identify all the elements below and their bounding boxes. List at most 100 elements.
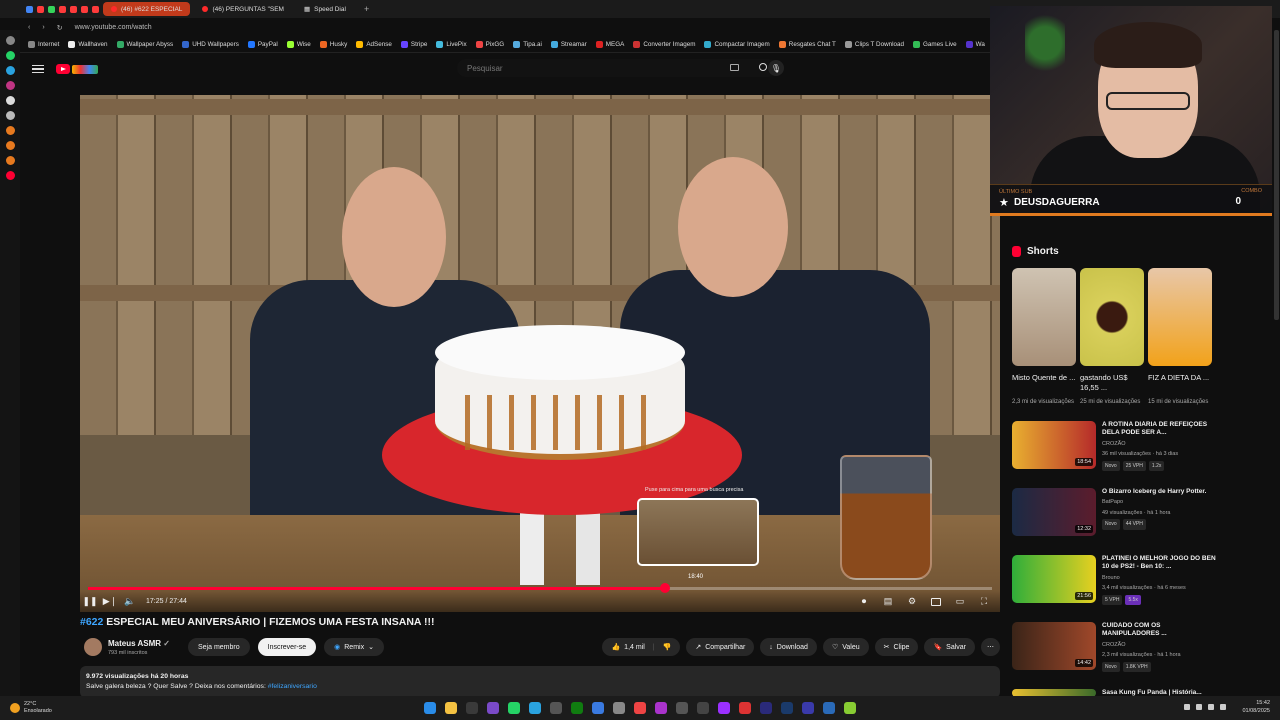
- clip-button[interactable]: ✂ Clipe: [874, 638, 919, 656]
- pinned-tab-icon[interactable]: [81, 5, 88, 13]
- discord-icon[interactable]: [487, 702, 499, 714]
- tiktok-icon[interactable]: [5, 96, 15, 105]
- app-icon[interactable]: [592, 702, 604, 714]
- video-hashtag[interactable]: #622: [80, 616, 103, 628]
- video-thumbnail[interactable]: 12:32: [1012, 487, 1096, 536]
- bookmark-item[interactable]: Wa: [965, 41, 985, 48]
- video-player[interactable]: Puxe para cima para uma busca precisa 18…: [80, 95, 1000, 612]
- video-thumbnail[interactable]: 14:42: [1012, 621, 1096, 670]
- channel-avatar[interactable]: [84, 638, 102, 656]
- bookmark-item[interactable]: Wise: [286, 41, 311, 48]
- page-scrollbar[interactable]: [1274, 30, 1279, 320]
- history-icon[interactable]: [5, 126, 15, 135]
- list-item[interactable]: 18:54 A ROTINA DIÁRIA DE REFEIÇÕES DELA …: [1012, 420, 1218, 477]
- video-title[interactable]: PLATINEI O MELHOR JOGO DO BEN 10 de PS2!…: [1102, 555, 1218, 572]
- video-channel[interactable]: CROZÃO: [1102, 641, 1218, 650]
- pinned-tab-icon[interactable]: [48, 5, 55, 13]
- autoplay-toggle-icon[interactable]: ⏺: [854, 594, 874, 610]
- short-thumbnail[interactable]: [1148, 268, 1212, 366]
- weather-widget[interactable]: 22°C Ensolarado: [10, 701, 52, 715]
- whatsapp-icon[interactable]: [508, 702, 520, 714]
- short-item[interactable]: gastando US$ 16,55 ... 25 mi de visualiz…: [1080, 268, 1144, 407]
- back-icon[interactable]: ‹: [28, 24, 30, 31]
- short-thumbnail[interactable]: [1012, 268, 1076, 366]
- x-icon[interactable]: [5, 111, 15, 120]
- battery-icon[interactable]: [1220, 704, 1226, 710]
- pinned-tab-icon[interactable]: [70, 5, 77, 13]
- bookmark-item[interactable]: Converter Imagem: [633, 41, 695, 48]
- app-icon[interactable]: [844, 702, 856, 714]
- list-item[interactable]: 12:32 O Bizarro Iceberg de Harry Potter.…: [1012, 487, 1218, 544]
- video-thumbnail[interactable]: 18:54: [1012, 420, 1096, 469]
- keyboard-icon[interactable]: [730, 64, 739, 71]
- bookmark-item[interactable]: Internet: [28, 41, 59, 48]
- app-icon[interactable]: [550, 702, 562, 714]
- bookmark-item[interactable]: AdSense: [356, 41, 392, 48]
- app-icon[interactable]: [823, 702, 835, 714]
- media-encoder-icon[interactable]: [802, 702, 814, 714]
- bookmark-item[interactable]: PayPal: [247, 41, 278, 48]
- app-icon[interactable]: [466, 702, 478, 714]
- join-button[interactable]: Seja membro: [187, 638, 250, 656]
- video-channel[interactable]: Brouno: [1102, 574, 1218, 583]
- short-title[interactable]: gastando US$ 16,55 ...: [1080, 373, 1144, 395]
- xbox-icon[interactable]: [571, 702, 583, 714]
- new-tab-icon[interactable]: +: [364, 4, 369, 14]
- video-title[interactable]: A ROTINA DIÁRIA DE REFEIÇÕES DELA PODE S…: [1102, 421, 1218, 438]
- more-actions-button[interactable]: ⋯: [981, 638, 1000, 656]
- short-item[interactable]: Misto Quente de ... 2,3 mi de visualizaç…: [1012, 268, 1076, 407]
- settings-icon[interactable]: ⚙: [902, 594, 922, 610]
- pinned-tab-icon[interactable]: [37, 5, 44, 13]
- bookmark-item[interactable]: Resgates Chat T: [778, 41, 836, 48]
- bookmark-item[interactable]: Wallpaper Abyss: [116, 41, 173, 48]
- start-icon[interactable]: [424, 702, 436, 714]
- youtube-icon[interactable]: [5, 171, 15, 180]
- thanks-button[interactable]: ♡ Valeu: [822, 638, 869, 656]
- list-item[interactable]: 21:56 PLATINEI O MELHOR JOGO DO BEN 10 d…: [1012, 554, 1218, 611]
- forward-icon[interactable]: ›: [42, 24, 44, 31]
- file-explorer-icon[interactable]: [445, 702, 457, 714]
- bookmark-item[interactable]: Clips T Download: [844, 41, 904, 48]
- bookmark-item[interactable]: MEGA: [595, 41, 624, 48]
- video-title[interactable]: O Bizarro Iceberg de Harry Potter.: [1102, 488, 1218, 497]
- volume-icon[interactable]: 🔈: [120, 594, 140, 610]
- app-icon[interactable]: [613, 702, 625, 714]
- video-channel[interactable]: CROZÃO: [1102, 440, 1218, 449]
- bookmark-item[interactable]: Games Live: [913, 41, 957, 48]
- miniplayer-icon[interactable]: [926, 594, 946, 610]
- bookmark-item[interactable]: Streamar: [550, 41, 587, 48]
- extensions-icon[interactable]: [5, 156, 15, 165]
- url-field[interactable]: www.youtube.com/watch: [75, 24, 152, 31]
- wifi-icon[interactable]: [1196, 704, 1202, 710]
- bookmark-item[interactable]: LivePix: [436, 41, 467, 48]
- short-title[interactable]: FIZ A DIETA DA ...: [1148, 373, 1212, 395]
- next-icon[interactable]: ▶❘: [100, 594, 120, 610]
- app-icon[interactable]: [655, 702, 667, 714]
- youtube-logo[interactable]: [56, 63, 100, 75]
- theater-mode-icon[interactable]: ▭: [950, 594, 970, 610]
- bookmark-item[interactable]: UHD Wallpapers: [182, 41, 239, 48]
- volume-icon[interactable]: [1208, 704, 1214, 710]
- reload-icon[interactable]: ↻: [57, 24, 63, 32]
- twitch-icon[interactable]: [718, 702, 730, 714]
- bookmark-item[interactable]: Wallhaven: [68, 41, 108, 48]
- list-item[interactable]: 14:42 CUIDADO COM OS MANIPULADORES ... C…: [1012, 621, 1218, 678]
- telegram-icon[interactable]: [5, 66, 15, 75]
- progress-bar[interactable]: [88, 583, 992, 593]
- bookmark-item[interactable]: PixGG: [475, 41, 504, 48]
- premiere-icon[interactable]: [760, 702, 772, 714]
- search-box[interactable]: Pesquisar: [457, 59, 777, 77]
- tray-icon[interactable]: [1184, 704, 1190, 710]
- app-icon[interactable]: [739, 702, 751, 714]
- mic-icon[interactable]: 🎙: [768, 60, 784, 76]
- photoshop-icon[interactable]: [781, 702, 793, 714]
- short-title[interactable]: Misto Quente de ...: [1012, 373, 1076, 395]
- telegram-icon[interactable]: [529, 702, 541, 714]
- description-hashtag[interactable]: #felizaniversario: [268, 683, 317, 690]
- pause-icon[interactable]: ❚❚: [80, 594, 100, 610]
- app-icon[interactable]: [634, 702, 646, 714]
- bookmark-item[interactable]: Husky: [319, 41, 347, 48]
- video-thumbnail[interactable]: 21:56: [1012, 554, 1096, 603]
- subscribe-button[interactable]: Inscrever-se: [257, 638, 317, 656]
- tab-active-video[interactable]: (46) #622 ESPECIAL: [103, 2, 191, 16]
